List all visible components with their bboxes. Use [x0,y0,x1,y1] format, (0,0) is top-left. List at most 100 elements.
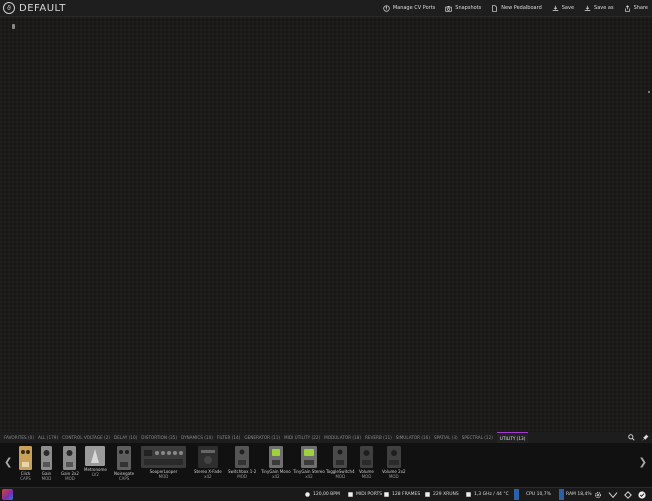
save-as-button[interactable]: Save as [584,5,614,12]
buffer-icon [384,492,389,497]
plugin-brand: MOD [335,474,346,479]
chip-icon [466,492,471,497]
cv-ports-icon [383,4,390,12]
ram-meter [559,489,564,500]
tinygain-stereo-icon [300,446,317,468]
gear-icon [595,491,601,498]
plugin-brand: CAPS [20,476,31,481]
save-label: Save [561,5,575,11]
ram-status: RAM 18,4% [566,488,592,501]
clock-value: 1,3 GHz / 44 °C [474,492,509,497]
plugin-brand: MOD [237,474,247,479]
plugin-sooperlooper[interactable]: SooperLooper MOD [141,446,186,479]
tab-filter[interactable]: FILTER (14) [217,432,240,443]
tab-simulator[interactable]: SIMULATOR (16) [396,432,430,443]
xruns-value: 229 XRUNS [433,492,459,497]
save-icon [552,5,559,12]
midi-ports-status[interactable]: MIDI PORTS [348,488,382,501]
plugin-volume[interactable]: Volume MOD [359,446,374,479]
frames-value: 128 FRAMES [392,492,421,497]
midi-ports-label: MIDI PORTS [356,492,383,497]
status-bar: 120,00 BPM MIDI PORTS 128 FRAMES 229 XRU… [0,487,652,501]
save-as-icon [584,5,591,12]
tab-dynamics[interactable]: DYNAMICS (10) [181,432,213,443]
canvas-edge-handle[interactable] [648,91,650,93]
share-button[interactable]: Share [624,4,648,12]
app-icon[interactable] [2,489,13,500]
header-actions: Manage CV Ports Snapshots New Pedalboard… [373,0,648,16]
camera-icon [445,5,452,12]
plugin-brand: x42 [272,474,280,479]
settings-button[interactable] [594,488,602,501]
tab-utility[interactable]: UTILITY (13) [496,431,529,444]
tab-modulator[interactable]: MODULATOR (18) [324,432,361,443]
plugin-category-bar: FAVORITES (0) ALL (179) CONTROL VOLTAGE … [0,431,652,444]
search-icon[interactable] [627,433,635,441]
scroll-right-icon[interactable]: ❯ [639,457,647,468]
plugin-brand: MOD [388,474,399,479]
check-icon [638,490,646,499]
toggleswitch-pedal-icon [333,446,348,468]
pin-icon[interactable] [641,433,649,441]
top-bar: ϑ DEFAULT Manage CV Ports Snapshots New … [0,0,652,17]
plugin-brand: MOD [158,474,169,479]
tab-all[interactable]: ALL (179) [38,432,58,443]
plugin-brand: CAPS [118,476,130,481]
bpm-status[interactable]: 120,00 BPM [305,488,340,501]
plugin-volume-2x2[interactable]: Volume 2x2 MOD [382,446,406,479]
cpu-value: CPU 10,7% [526,492,551,497]
cv-input-handle[interactable] [12,24,15,29]
xruns-status[interactable]: 229 XRUNS [425,488,459,501]
diamond-icon [624,490,632,499]
plugin-stereo-x-fade[interactable]: Stereo X-Fade x42 [194,446,222,479]
switchbox-pedal-icon [235,446,250,468]
tab-spectral[interactable]: SPECTRAL (12) [462,432,493,443]
tab-distortion[interactable]: DISTORTION (35) [141,432,177,443]
metronome-icon [85,446,106,466]
tab-generator[interactable]: GENERATOR (11) [244,432,280,443]
plugin-tinygain-stereo[interactable]: TinyGain Stereo x42 [293,446,325,479]
frames-status[interactable]: 128 FRAMES [384,488,420,501]
new-pedalboard-label: New Pedalboard [501,5,542,11]
sooperlooper-icon [141,446,186,468]
plugin-toggleswitch4[interactable]: ToggleSwitch4 MOD [326,446,355,479]
plugin-switchbox[interactable]: Switchbox 1-2 MOD [228,446,256,479]
plugin-metronome[interactable]: Metronome LV2 [84,446,107,477]
plugin-brand: MOD [361,474,372,479]
tab-control-voltage[interactable]: CONTROL VOLTAGE (2) [62,432,110,443]
clock-status: 1,3 GHz / 44 °C [466,488,509,501]
share-icon [624,4,631,12]
gain-2x2-pedal-icon [63,446,77,470]
save-as-label: Save as [594,5,614,11]
pedalboard-canvas[interactable] [0,17,652,432]
save-button[interactable]: Save [552,5,574,12]
manage-cv-ports-button[interactable]: Manage CV Ports [383,4,436,12]
tab-spatial[interactable]: SPATIAL (3) [434,432,458,443]
plugin-gain[interactable]: Gain MOD [41,446,52,481]
noisegate-pedal-icon [117,446,132,470]
tab-delay[interactable]: DELAY (10) [114,432,137,443]
midi-icon [348,492,353,497]
scroll-left-icon[interactable]: ❮ [4,457,12,468]
manage-cv-ports-label: Manage CV Ports [392,5,436,11]
cpu-meter [514,489,519,500]
snapshots-label: Snapshots [455,5,482,11]
plugin-tray: ❮ ❯ Click CAPS Gain MOD Gain 2x2 MOD Met… [0,443,652,487]
bluetooth-button[interactable] [608,488,618,501]
tab-favorites[interactable]: FAVORITES (0) [4,432,34,443]
status-ok-button[interactable] [638,488,646,501]
plugin-click[interactable]: Click CAPS [19,446,32,481]
tab-reverb[interactable]: REVERB (11) [365,432,392,443]
new-pedalboard-button[interactable]: New Pedalboard [491,4,542,12]
tempo-icon [305,492,310,497]
snapshots-button[interactable]: Snapshots [445,5,481,12]
cpu-status: CPU 10,7% [526,488,551,501]
mod-logo-icon[interactable]: ϑ [3,2,15,14]
volume-2x2-pedal-icon [386,446,401,468]
plugin-brand: LV2 [91,472,99,477]
plugin-noisegate[interactable]: Noisegate CAPS [114,446,134,481]
plugin-tinygain-mono[interactable]: TinyGain Mono x42 [261,446,291,479]
plugin-gain-2x2[interactable]: Gain 2x2 MOD [61,446,79,481]
tab-midi-utility[interactable]: MIDI UTILITY (22) [284,432,320,443]
cloud-button[interactable] [624,488,632,501]
